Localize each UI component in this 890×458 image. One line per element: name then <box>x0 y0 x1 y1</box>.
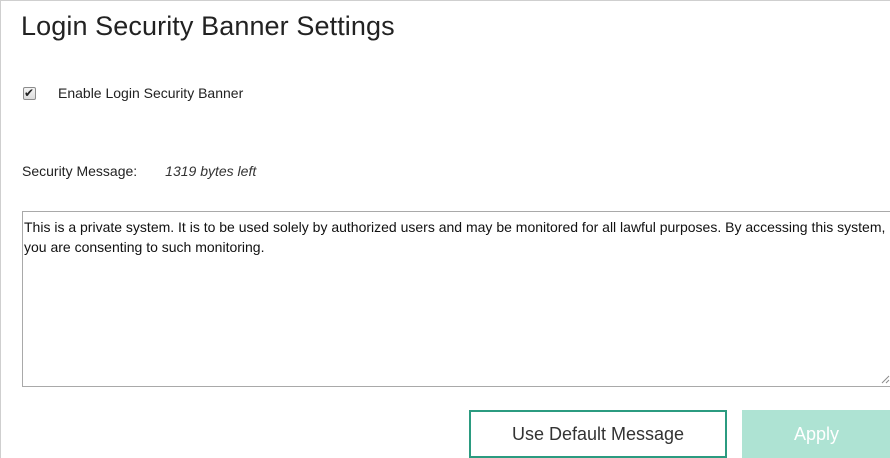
bytes-left-counter: 1319 bytes left <box>165 163 257 179</box>
login-banner-settings-panel: Login Security Banner Settings ✔ Enable … <box>0 0 890 458</box>
page-title: Login Security Banner Settings <box>21 11 395 41</box>
enable-banner-label: Enable Login Security Banner <box>58 85 244 101</box>
security-message-textarea[interactable]: This is a private system. It is to be us… <box>22 211 890 387</box>
security-message-label: Security Message: <box>22 163 138 179</box>
enable-banner-checkbox[interactable]: ✔ <box>23 85 36 100</box>
security-message-row: Security Message: 1319 bytes left <box>22 163 256 179</box>
apply-button[interactable]: Apply <box>742 410 890 458</box>
use-default-message-button[interactable]: Use Default Message <box>469 410 727 458</box>
enable-banner-row: ✔ Enable Login Security Banner <box>23 85 243 101</box>
resize-grip-icon[interactable] <box>881 375 890 384</box>
check-icon: ✔ <box>24 85 35 100</box>
